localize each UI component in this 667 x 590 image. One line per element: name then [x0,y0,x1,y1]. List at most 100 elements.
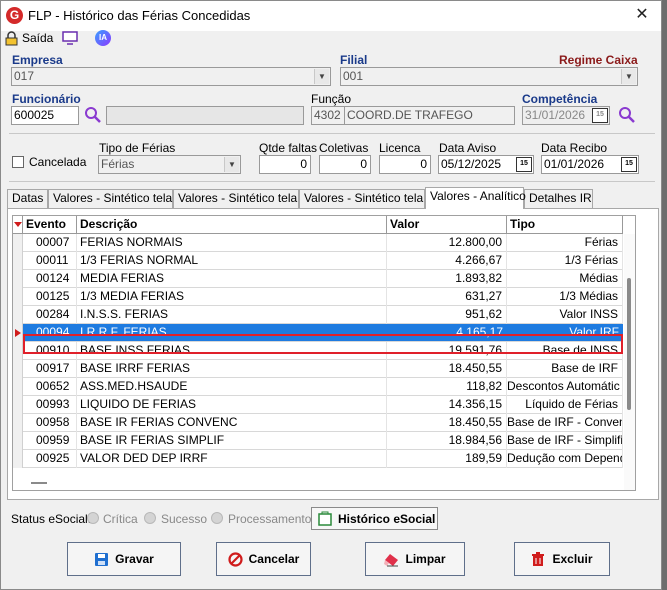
horizontal-scroll-thumb[interactable] [31,482,47,484]
sucesso-radio[interactable] [144,512,156,524]
table-row[interactable]: 00925 VALOR DED DEP IRRF 189,59 Dedução com… [13,450,623,468]
regime-caixa-label: Regime Caixa [559,53,638,67]
table-row[interactable]: 00910 BASE INSS FERIAS 19.591,76 Base de IN… [13,342,623,360]
search-icon[interactable] [84,106,102,124]
limpar-button[interactable]: Limpar [365,542,465,576]
calendar-icon[interactable]: 15 [516,157,532,172]
events-grid: Evento Descrição Valor Tipo 00007 FERIAS … [12,215,636,491]
calendar-icon[interactable]: 15 [621,157,637,172]
cell-descricao: 1/3 FERIAS NORMAL [77,252,387,270]
table-row[interactable]: 00958 BASE IR FERIAS CONVENC 18.450,55 Base… [13,414,623,432]
table-row[interactable]: 00652 ASS.MED.HSAUDE 118,82 Descontos Autom… [13,378,623,396]
filial-value: 001 [343,69,364,83]
cell-evento: 00094 [36,325,70,339]
gravar-label: Gravar [115,552,154,566]
data-recibo-field[interactable]: 01/01/2026 15 [541,155,639,174]
cell-tipo: Férias [507,234,623,252]
cell-evento: 00917 [23,360,77,378]
qtde-faltas-input[interactable]: 0 [259,155,311,174]
gravar-button[interactable]: Gravar [67,542,181,576]
cell-evento: 00124 [23,270,77,288]
filial-select[interactable]: 001 ▼ [340,67,638,86]
competencia-date-field[interactable]: 31/01/2026 15 [522,106,610,125]
cancelar-button[interactable]: Cancelar [216,542,311,576]
table-row[interactable]: 00993 LIQUIDO DE FERIAS 14.356,15 Líquido d… [13,396,623,414]
vertical-scrollbar[interactable] [624,234,635,490]
critica-radio[interactable] [87,512,99,524]
funcionario-name-field [106,106,304,125]
data-aviso-label: Data Aviso [439,141,497,155]
historico-esocial-button[interactable]: Histórico eSocial [311,507,438,530]
row-indicator [13,234,23,252]
header-descricao[interactable]: Descrição [77,216,387,234]
calendar-icon[interactable]: 15 [592,108,608,123]
cell-descricao: MEDIA FERIAS [77,270,387,288]
table-row[interactable]: 00284 I.N.S.S. FERIAS 951,62 Valor INSS [13,306,623,324]
competencia-label: Competência [522,92,598,106]
table-row[interactable]: 00007 FERIAS NORMAIS 12.800,00 Férias [13,234,623,252]
table-row[interactable]: 00124 MEDIA FERIAS 1.893,82 Médias [13,270,623,288]
tab-analitico[interactable]: Valores - Analítico [425,187,526,209]
cell-valor: 631,27 [387,288,507,306]
tipo-ferias-select[interactable]: Férias ▼ [98,155,241,174]
cell-tipo: Base de IRF - Convenci [507,414,623,432]
tab-sintetico-1[interactable]: Valores - Sintético tela 1 [48,189,182,208]
grid-header: Evento Descrição Valor Tipo [13,216,623,234]
cell-evento: 00958 [23,414,77,432]
scrollbar-thumb[interactable] [627,278,631,410]
cell-evento: 00011 [23,252,77,270]
table-row[interactable]: 00959 BASE IR FERIAS SIMPLIF 18.984,56 Base… [13,432,623,450]
row-indicator [13,270,23,288]
header-evento[interactable]: Evento [23,216,77,234]
cancelada-checkbox[interactable] [12,156,24,168]
empresa-select[interactable]: 017 ▼ [11,67,331,86]
esocial-status-label: Status eSocial: [11,512,92,526]
row-indicator [13,378,23,396]
cancelada-label: Cancelada [29,155,87,169]
licenca-input[interactable]: 0 [379,155,431,174]
document-icon [318,511,332,526]
main-window: G FLP - Histórico das Férias Concedidas … [0,0,662,590]
exit-menu-item[interactable]: Saída [5,29,53,47]
tab-datas[interactable]: Datas [7,189,48,208]
data-aviso-value: 05/12/2025 [441,157,502,171]
cell-valor: 4.165,17 [456,325,503,339]
table-row[interactable]: 00125 1/3 MEDIA FERIAS 631,27 1/3 Médias [13,288,623,306]
processamento-radio[interactable] [211,512,223,524]
lock-icon [5,30,18,45]
monitor-icon [62,31,78,45]
cell-descricao: BASE IR FERIAS CONVENC [77,414,387,432]
coletivas-input[interactable]: 0 [319,155,371,174]
cell-valor: 18.450,55 [387,414,507,432]
tab-sintetico-2[interactable]: Valores - Sintético tela 2 [173,189,307,208]
ia-menu-item[interactable]: IA [95,29,111,47]
historico-esocial-label: Histórico eSocial [338,511,436,526]
close-button[interactable]: ✕ [629,4,655,26]
search-icon[interactable] [618,106,636,124]
coletivas-label: Coletivas [319,141,369,155]
header-tipo[interactable]: Tipo [507,216,623,234]
table-row[interactable]: 00094 I.R.R.F. FERIAS 4.165,17 Valor IRF [13,324,623,342]
cell-evento: 00910 [23,342,77,360]
data-recibo-label: Data Recibo [541,141,608,155]
tipo-ferias-value: Férias [101,157,135,171]
cell-descricao: LIQUIDO DE FERIAS [77,396,387,414]
cell-evento: 00007 [23,234,77,252]
screen-menu-item[interactable] [62,29,78,47]
cell-descricao: I.N.S.S. FERIAS [77,306,387,324]
qtde-faltas-label: Qtde faltas [259,141,318,155]
app-logo-icon: G [6,7,23,24]
funcionario-code-input[interactable]: 600025 [11,106,79,125]
filial-label: Filial [340,53,368,67]
limpar-label: Limpar [405,552,446,566]
table-row[interactable]: 00011 1/3 FERIAS NORMAL 4.266,67 1/3 Férias [13,252,623,270]
tab-sintetico-3[interactable]: Valores - Sintético tela 3 [299,189,433,208]
header-valor[interactable]: Valor [387,216,507,234]
table-row[interactable]: 00917 BASE IRRF FERIAS 18.450,55 Base de IR… [13,360,623,378]
esocial-status-bar: Status eSocial: Crítica Sucesso Processa… [1,506,661,530]
excluir-button[interactable]: Excluir [514,542,610,576]
cell-descricao: FERIAS NORMAIS [77,234,387,252]
tab-detalhes-ir[interactable]: Detalhes IR [524,189,593,208]
data-aviso-field[interactable]: 05/12/2025 15 [438,155,534,174]
window-title: FLP - Histórico das Férias Concedidas [28,8,251,23]
